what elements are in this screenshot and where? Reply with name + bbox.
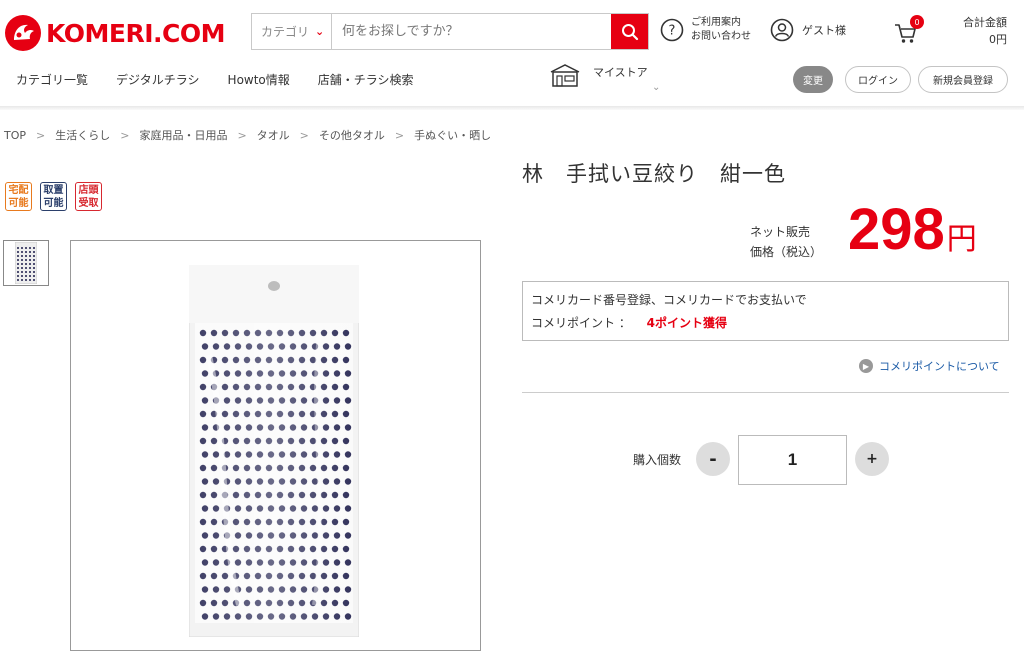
main-nav: カテゴリ一覧 デジタルチラシ Howto情報 店舗・チラシ検索: [16, 71, 442, 88]
breadcrumb-item[interactable]: 手ぬぐい・晒し: [414, 127, 491, 143]
points-condition: コメリカード番号登録、コメリカードでお支払いで: [531, 293, 807, 307]
search-icon: [621, 23, 638, 40]
store-pickup-badge: 店頭 受取: [75, 182, 102, 211]
points-label: コメリポイント ：: [531, 316, 631, 330]
nav-item-digital-flyer[interactable]: デジタルチラシ: [116, 71, 200, 88]
chevron-right-icon: >: [237, 128, 247, 142]
mystore-label: マイストア: [593, 66, 648, 79]
breadcrumb-item[interactable]: タオル: [257, 127, 290, 143]
cart-count-badge: 0: [910, 15, 924, 29]
search-input[interactable]: [332, 14, 611, 49]
points-link-label: コメリポイントについて: [879, 360, 1000, 373]
quantity-label: 購入個数: [633, 453, 682, 467]
points-info-link[interactable]: ▶ コメリポイントについて: [859, 358, 1000, 374]
question-icon: ?: [660, 18, 684, 42]
price-label: ネット販売 価格（税込）: [750, 225, 823, 259]
search-category-label: カテゴリ: [261, 25, 310, 39]
nav-item-store-search[interactable]: 店舗・チラシ検索: [318, 71, 414, 88]
total-value: 0円: [989, 33, 1007, 46]
product-thumbnail-image: [15, 242, 37, 284]
login-button[interactable]: ログイン: [845, 66, 911, 93]
price-value: 298: [848, 197, 945, 262]
chevron-right-icon: ▶: [859, 359, 873, 373]
breadcrumb-item[interactable]: TOP: [4, 129, 26, 142]
chevron-right-icon: >: [299, 128, 309, 142]
product-thumbnail[interactable]: [3, 240, 49, 286]
points-value: 4ポイント獲得: [646, 316, 728, 330]
quantity-decrease-button[interactable]: -: [696, 442, 730, 476]
guide-label: ご利用案内: [691, 17, 741, 28]
help-contact-link[interactable]: ? ご利用案内 お問い合わせ: [660, 16, 751, 44]
chevron-right-icon: >: [394, 128, 405, 142]
service-badges: 宅配 可能 取置 可能 店頭 受取: [5, 182, 102, 211]
nav-item-howto[interactable]: Howto情報: [228, 71, 290, 88]
guest-label: ゲスト様: [802, 24, 846, 37]
price-currency: 円: [946, 222, 977, 257]
change-store-button[interactable]: 変更: [793, 66, 833, 93]
store-icon: [550, 64, 580, 87]
product-photo: [189, 265, 359, 637]
user-icon: [770, 18, 794, 42]
points-info-box: コメリカード番号登録、コメリカードでお支払いで コメリポイント ： 4ポイント獲…: [522, 281, 1009, 341]
contact-label: お問い合わせ: [691, 31, 751, 42]
nav-item-categories[interactable]: カテゴリ一覧: [16, 71, 88, 88]
breadcrumb-item[interactable]: 生活くらし: [55, 127, 110, 143]
site-logo[interactable]: KOMERI.COM: [4, 11, 230, 55]
cart-button[interactable]: 0: [893, 15, 924, 46]
brand-name: KOMERI.COM: [46, 18, 225, 48]
total-label: 合計金額: [963, 16, 1007, 29]
quantity-increase-button[interactable]: +: [855, 442, 889, 476]
search-category-select[interactable]: カテゴリ ⌄: [252, 14, 332, 49]
search-bar: カテゴリ ⌄: [251, 13, 649, 50]
delivery-available-badge: 宅配 可能: [5, 182, 32, 211]
cart-total: 合計金額 0円: [963, 14, 1007, 48]
rooster-logo-icon: [5, 15, 41, 51]
account-link[interactable]: ゲスト様: [770, 18, 846, 42]
header-divider: [0, 106, 1024, 110]
product-title: 林 手拭い豆絞り 紺一色: [522, 162, 786, 186]
breadcrumb-item[interactable]: その他タオル: [319, 127, 385, 143]
chevron-down-icon: ⌄: [652, 82, 661, 93]
breadcrumb-item[interactable]: 家庭用品・日用品: [139, 127, 227, 143]
register-button[interactable]: 新規会員登録: [918, 66, 1008, 93]
breadcrumb: TOP > 生活くらし > 家庭用品・日用品 > タオル > その他タオル > …: [4, 127, 491, 143]
product-price: 298 円: [848, 196, 977, 263]
svg-text:?: ?: [669, 24, 676, 39]
chevron-right-icon: >: [120, 128, 130, 142]
chevron-right-icon: >: [36, 128, 46, 142]
mystore-selector[interactable]: マイストア ⌄: [549, 62, 660, 93]
chevron-down-icon: ⌄: [315, 25, 325, 38]
reserve-available-badge: 取置 可能: [40, 182, 67, 211]
quantity-input[interactable]: [738, 435, 847, 485]
search-button[interactable]: [611, 14, 648, 49]
divider: [522, 392, 1009, 393]
